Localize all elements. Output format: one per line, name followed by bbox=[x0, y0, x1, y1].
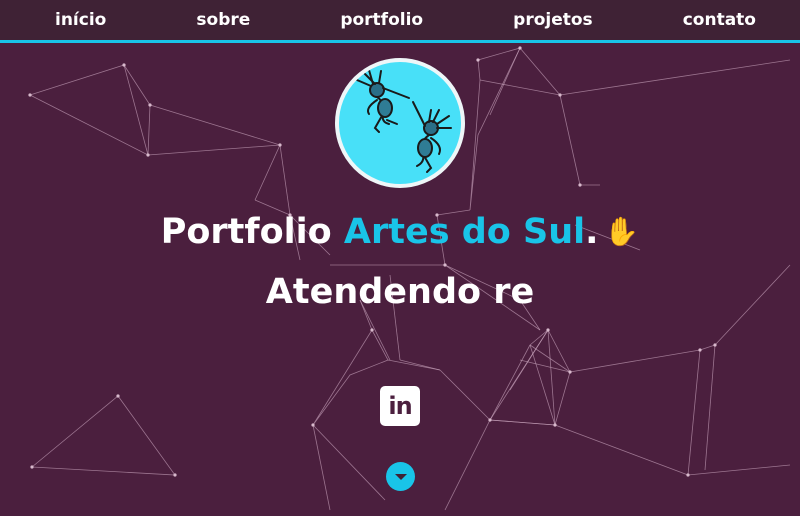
kokopelli-logo bbox=[335, 58, 465, 188]
waving-hand-icon: ✋ bbox=[604, 215, 640, 248]
kokopelli-illustration bbox=[356, 69, 452, 173]
chevron-down-icon bbox=[394, 473, 407, 480]
linkedin-icon[interactable]: in bbox=[380, 386, 420, 426]
scroll-down-button[interactable] bbox=[386, 462, 415, 491]
typing-subtitle: Atendendo re bbox=[265, 272, 535, 312]
linkedin-label: in bbox=[388, 392, 412, 420]
nav-link-projetos[interactable]: projetos bbox=[513, 10, 593, 30]
hero-title: Portfolio Artes do Sul. ✋ bbox=[0, 212, 800, 252]
hero-title-prefix: Portfolio bbox=[160, 212, 344, 252]
hero-title-accent: Artes do Sul bbox=[343, 212, 586, 252]
nav-link-contato[interactable]: contato bbox=[683, 10, 756, 30]
nav-link-sobre[interactable]: sobre bbox=[196, 10, 250, 30]
top-navbar: início sobre portfolio projetos contato bbox=[0, 0, 800, 43]
hero-title-suffix: . bbox=[585, 212, 599, 252]
nav-link-portfolio[interactable]: portfolio bbox=[340, 10, 423, 30]
nav-link-inicio[interactable]: início bbox=[55, 10, 106, 30]
